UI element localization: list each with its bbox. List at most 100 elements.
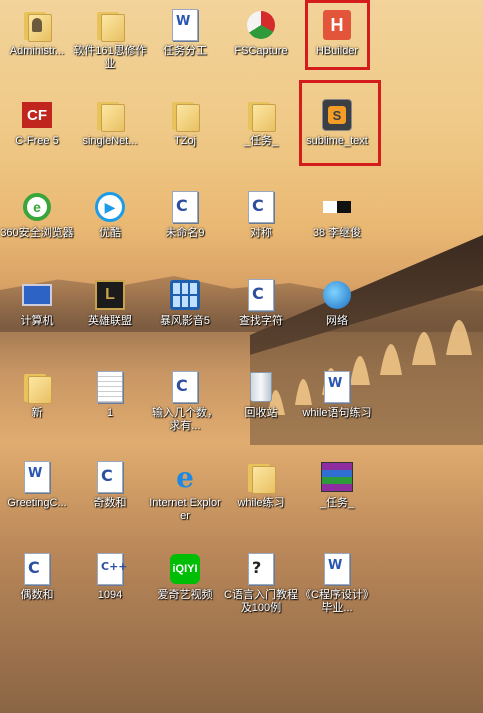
c-source-file-icon: C	[168, 190, 202, 224]
network-icon	[320, 278, 354, 312]
desktop-icon-label: 计算机	[20, 315, 54, 327]
desktop-icon-label: 爱奇艺视频	[157, 589, 213, 601]
c-source-file-icon: C	[93, 460, 127, 494]
desktop-icon-label: Internet Explorer	[149, 497, 221, 522]
word-document-icon: W	[20, 460, 54, 494]
desktop-icon[interactable]: C 输入几个数，求有...	[146, 370, 224, 433]
desktop-icon-label: 1094	[97, 589, 123, 601]
internet-explorer-icon: e	[176, 460, 194, 494]
desktop-icon[interactable]: C 奇数和	[71, 460, 149, 510]
desktop-icon[interactable]: 暴风影音5	[146, 278, 224, 328]
desktop-icon-label: 《C程序设计》毕业...	[300, 589, 374, 614]
desktop-icon-label: C语言入门教程及100例	[224, 589, 298, 614]
desktop-icon-label: C-Free 5	[15, 135, 59, 147]
c-source-file-icon: C	[244, 278, 278, 312]
desktop-icon-label: 对称	[250, 227, 272, 239]
desktop-icon-label: GreetingC...	[7, 497, 67, 509]
desktop-icon-label: 新	[31, 407, 43, 419]
desktop-icon-label: 回收站	[244, 407, 278, 419]
word-document-icon: W	[320, 370, 354, 404]
desktop-icon-label: 优酷	[99, 227, 121, 239]
desktop-icon[interactable]: singleNet...	[71, 98, 149, 148]
desktop-icon-label: while语句练习	[302, 407, 372, 419]
folder-icon	[20, 370, 54, 404]
cpp-source-file-icon: C++	[93, 552, 128, 586]
desktop-icon[interactable]: C 未命名9	[146, 190, 224, 240]
desktop-icon[interactable]: 回收站	[222, 370, 300, 420]
youku-icon: ▶	[93, 190, 127, 224]
desktop-icon[interactable]: C++ 1094	[71, 552, 149, 602]
desktop-icon[interactable]: 计算机	[0, 278, 76, 328]
desktop-icon-label: TZoj	[174, 135, 196, 147]
desktop-icon-label: 1	[106, 407, 114, 419]
c-source-file-icon: C	[168, 370, 202, 404]
folder-icon	[244, 98, 278, 132]
computer-icon	[20, 278, 54, 312]
360-browser-icon: e	[20, 190, 54, 224]
hbuilder-highlight-box	[305, 0, 370, 70]
desktop-icon[interactable]: ? C语言入门教程及100例	[222, 552, 300, 615]
desktop-icon-label: 360安全浏览器	[0, 227, 74, 239]
desktop-icon[interactable]: C 对称	[222, 190, 300, 240]
desktop-icon-label: 任务分工	[163, 45, 207, 57]
recycle-bin-icon	[244, 370, 278, 404]
desktop-icon[interactable]: FSCapture	[222, 8, 300, 58]
desktop-icon[interactable]: 38 李继俊	[298, 190, 376, 240]
desktop-icon-label: Administr...	[9, 45, 65, 57]
folder-icon	[93, 98, 127, 132]
desktop-icon-label: while练习	[237, 497, 285, 509]
text-file-icon	[93, 370, 127, 404]
desktop-icon[interactable]: CF C-Free 5	[0, 98, 76, 148]
c-source-file-icon: C	[244, 190, 278, 224]
desktop-icon[interactable]: W GreetingC...	[0, 460, 76, 510]
desktop-icon[interactable]: iQIYI 爱奇艺视频	[146, 552, 224, 602]
folder-icon	[244, 460, 278, 494]
desktop-icon-label: 暴风影音5	[159, 315, 211, 327]
desktop-icon[interactable]: 1	[71, 370, 149, 420]
desktop-icon[interactable]: 网络	[298, 278, 376, 328]
baofeng-player-icon	[168, 278, 202, 312]
desktop-icon[interactable]: e 360安全浏览器	[0, 190, 76, 240]
desktop-icon[interactable]: Administr...	[0, 8, 76, 58]
desktop-icon-label: 奇数和	[93, 497, 127, 509]
desktop-icon[interactable]: L 英雄联盟	[71, 278, 149, 328]
word-document-icon: W	[168, 8, 202, 42]
desktop-icon-label: _任务_	[243, 135, 279, 147]
desktop-icon[interactable]: W 任务分工	[146, 8, 224, 58]
c-source-file-icon: C	[20, 552, 54, 586]
sublime-highlight-box	[299, 80, 381, 166]
desktop-icon-label: 未命名9	[165, 227, 205, 239]
desktop-icon[interactable]: e Internet Explorer	[146, 460, 224, 523]
desktop-icon[interactable]: C 偶数和	[0, 552, 76, 602]
desktop-icon-label: 38 李继俊	[312, 227, 362, 239]
desktop-icon[interactable]: TZoj	[146, 98, 224, 148]
desktop-icon-label: 输入几个数，求有...	[152, 407, 218, 432]
desktop-icon-label: 英雄联盟	[88, 315, 132, 327]
desktop-icon[interactable]: Wwhile语句练习	[298, 370, 376, 420]
iqiyi-icon: iQIYI	[168, 552, 202, 586]
fscapture-icon	[244, 8, 278, 42]
desktop-icon[interactable]: while练习	[222, 460, 300, 510]
desktop-icon[interactable]: _任务_	[222, 98, 300, 148]
user-folder-icon	[20, 8, 54, 42]
desktop-icon[interactable]: 软件161思修作业	[71, 8, 149, 71]
desktop-icon[interactable]: _任务_	[298, 460, 376, 510]
cfree-icon: CF	[20, 98, 54, 132]
desktop-icon-label: FSCapture	[234, 45, 288, 57]
desktop-icon-label: 偶数和	[20, 589, 54, 601]
folder-icon	[93, 8, 127, 42]
league-of-legends-icon: L	[93, 278, 127, 312]
desktop-icon[interactable]: C 查找字符	[222, 278, 300, 328]
desktop-icon[interactable]: 新	[0, 370, 76, 420]
desktop-icon-label: _任务_	[319, 497, 355, 509]
desktop-icon-label: singleNet...	[82, 135, 138, 147]
word-document-icon: W	[320, 552, 354, 586]
desktop-icon-label: 软件161思修作业	[73, 45, 147, 70]
winrar-archive-icon	[320, 460, 354, 494]
desktop-icon-label: 查找字符	[239, 315, 283, 327]
image-file-icon	[320, 190, 354, 224]
desktop-icon[interactable]: ▶ 优酷	[71, 190, 149, 240]
folder-icon	[168, 98, 202, 132]
help-file-icon: ?	[244, 552, 278, 586]
desktop-icon[interactable]: W 《C程序设计》毕业...	[298, 552, 376, 615]
